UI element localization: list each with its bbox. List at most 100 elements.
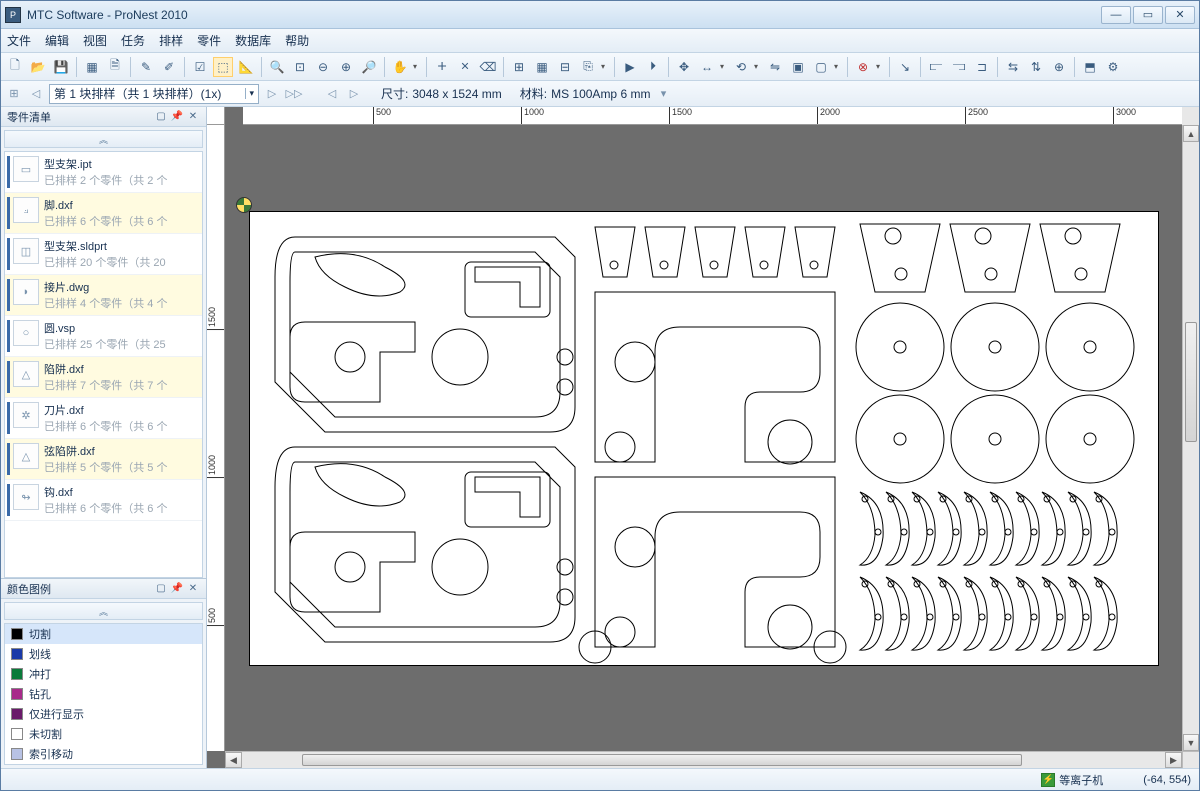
part-item[interactable]: △ 陷阱.dxf 已排样 7 个零件（共 7 个 [5, 357, 202, 398]
bump-dropdown-icon[interactable]: ▾ [720, 62, 728, 71]
nav-next-icon[interactable]: ▷ [263, 85, 281, 103]
zoom-realtime-icon[interactable]: 🔎 [359, 57, 379, 77]
save-icon[interactable]: 💾 [51, 57, 71, 77]
maximize-button[interactable]: ▭ [1133, 6, 1163, 24]
panel-pin-icon[interactable]: 📌 [170, 110, 184, 124]
material-dropdown-icon[interactable]: ▾ [654, 85, 672, 103]
minimize-button[interactable]: — [1101, 6, 1131, 24]
part-item[interactable]: △ 弦陷阱.dxf 已排样 5 个零件（共 5 个 [5, 439, 202, 480]
menu-view[interactable]: 视图 [83, 32, 107, 49]
menu-database[interactable]: 数据库 [235, 32, 271, 49]
menu-help[interactable]: 帮助 [285, 32, 309, 49]
part-item[interactable]: ▭ 型支架.ipt 已排样 2 个零件（共 2 个 [5, 152, 202, 193]
check-icon[interactable]: ☑ [190, 57, 210, 77]
play-next-icon[interactable]: ⏵ [643, 57, 663, 77]
new-icon[interactable]: 🗋 [5, 57, 25, 77]
part-item[interactable]: ◫ 型支架.sldprt 已排样 20 个零件（共 20 [5, 234, 202, 275]
add-sheet-icon[interactable]: 🞤 [432, 57, 452, 77]
output-icon[interactable]: ▦ [82, 57, 102, 77]
mirror-icon[interactable]: ⇋ [765, 57, 785, 77]
open-icon[interactable]: 📂 [28, 57, 48, 77]
legend-pin-icon[interactable]: 📌 [170, 582, 184, 596]
panel-close-icon[interactable]: ✕ [186, 110, 200, 124]
seq-prev-icon[interactable]: ◁ [323, 85, 341, 103]
scroll-up-icon[interactable]: ▲ [1183, 125, 1199, 142]
scroll-left-icon[interactable]: ◀ [225, 752, 242, 768]
grid-nest-icon[interactable]: ▦ [532, 57, 552, 77]
legend-item[interactable]: 切割 [5, 624, 202, 644]
part-item[interactable]: ◗ 接片.dwg 已排样 4 个零件（共 4 个 [5, 275, 202, 316]
close-button[interactable]: ✕ [1165, 6, 1195, 24]
play-icon[interactable]: ▶ [620, 57, 640, 77]
legend-collapse-bar[interactable]: ︽ [4, 602, 203, 620]
legend-close-icon[interactable]: ✕ [186, 582, 200, 596]
menu-task[interactable]: 任务 [121, 32, 145, 49]
nest-dropdown-icon[interactable]: ▾ [601, 62, 609, 71]
report-icon[interactable]: 🗎 [105, 57, 125, 77]
group-icon[interactable]: ▣ [788, 57, 808, 77]
select-icon[interactable]: ⬚ [213, 57, 233, 77]
move-icon[interactable]: ✥ [674, 57, 694, 77]
leadin-icon[interactable]: ↘ [895, 57, 915, 77]
center-icon[interactable]: ⊕ [1049, 57, 1069, 77]
menu-edit[interactable]: 编辑 [45, 32, 69, 49]
copy-nest-icon[interactable]: ⎘ [578, 57, 598, 77]
flip-v-icon[interactable]: ⇅ [1026, 57, 1046, 77]
legend-item[interactable]: 索引移动 [5, 744, 202, 764]
parts-collapse-bar[interactable]: ︽ [4, 130, 203, 148]
rotate-dropdown-icon[interactable]: ▾ [754, 62, 762, 71]
delete-dropdown-icon[interactable]: ▾ [876, 62, 884, 71]
measure-icon[interactable]: 📐 [236, 57, 256, 77]
autonest-icon[interactable]: ⊞ [509, 57, 529, 77]
scroll-down-icon[interactable]: ▼ [1183, 734, 1199, 751]
array-icon[interactable]: ⊟ [555, 57, 575, 77]
part-item[interactable]: ⟓ 脚.dxf 已排样 6 个零件（共 6 个 [5, 193, 202, 234]
ungroup-icon[interactable]: ▢ [811, 57, 831, 77]
legend-swatch [11, 628, 23, 640]
legend-item[interactable]: 未切割 [5, 724, 202, 744]
scrollbar-horizontal[interactable]: ◀ ▶ [225, 751, 1182, 768]
nav-last-icon[interactable]: ▷▷ [285, 85, 303, 103]
zoom-out-icon[interactable]: ⊖ [313, 57, 333, 77]
pan-icon[interactable]: ✋ [390, 57, 410, 77]
legend-item[interactable]: 仅进行显示 [5, 704, 202, 724]
canvas[interactable] [225, 125, 1182, 751]
legend-item[interactable]: 划线 [5, 644, 202, 664]
menu-part[interactable]: 零件 [197, 32, 221, 49]
group-dropdown-icon[interactable]: ▾ [834, 62, 842, 71]
part-item[interactable]: ○ 圆.vsp 已排样 25 个零件（共 25 [5, 316, 202, 357]
part-item[interactable]: ✲ 刀片.dxf 已排样 6 个零件（共 6 个 [5, 398, 202, 439]
legend-item[interactable]: 钻孔 [5, 684, 202, 704]
delete-sheet-icon[interactable]: 🞫 [455, 57, 475, 77]
scrollbar-vertical[interactable]: ▲ ▼ [1182, 125, 1199, 751]
nav-first-icon[interactable]: ◁ [27, 85, 45, 103]
scroll-right-icon[interactable]: ▶ [1165, 752, 1182, 768]
delete-icon[interactable]: ⊗ [853, 57, 873, 77]
nest-list-icon[interactable]: ⊞ [5, 85, 23, 103]
pan-dropdown-icon[interactable]: ▾ [413, 62, 421, 71]
align-left-icon[interactable]: ⫍ [926, 57, 946, 77]
legend-dock-icon[interactable]: ▢ [154, 582, 168, 596]
zoom-fit-icon[interactable]: ⊡ [290, 57, 310, 77]
menu-nest[interactable]: 排样 [159, 32, 183, 49]
clear-sheet-icon[interactable]: ⌫ [478, 57, 498, 77]
align-right-icon[interactable]: ⊐ [972, 57, 992, 77]
part-thumb-icon: ✲ [13, 402, 39, 428]
part-item[interactable]: ↬ 钩.dxf 已排样 6 个零件（共 6 个 [5, 480, 202, 521]
zoom-window-icon[interactable]: 🔍 [267, 57, 287, 77]
cut-seq-icon[interactable]: ⬒ [1080, 57, 1100, 77]
legend-item[interactable]: 冲打 [5, 664, 202, 684]
nest-drawing [250, 212, 1160, 667]
nest-combo[interactable]: 第 1 块排样（共 1 块排样）(1x) ▾ [49, 84, 259, 104]
menu-file[interactable]: 文件 [7, 32, 31, 49]
panel-dock-icon[interactable]: ▢ [154, 110, 168, 124]
edit-sheet-icon[interactable]: ✐ [159, 57, 179, 77]
edit-part-icon[interactable]: ✎ [136, 57, 156, 77]
bump-icon[interactable]: ↔ [697, 57, 717, 77]
rotate-icon[interactable]: ⟲ [731, 57, 751, 77]
align-center-icon[interactable]: ⫎ [949, 57, 969, 77]
seq-next-icon[interactable]: ▷ [345, 85, 363, 103]
settings-icon[interactable]: ⚙ [1103, 57, 1123, 77]
zoom-in-icon[interactable]: ⊕ [336, 57, 356, 77]
flip-h-icon[interactable]: ⇆ [1003, 57, 1023, 77]
